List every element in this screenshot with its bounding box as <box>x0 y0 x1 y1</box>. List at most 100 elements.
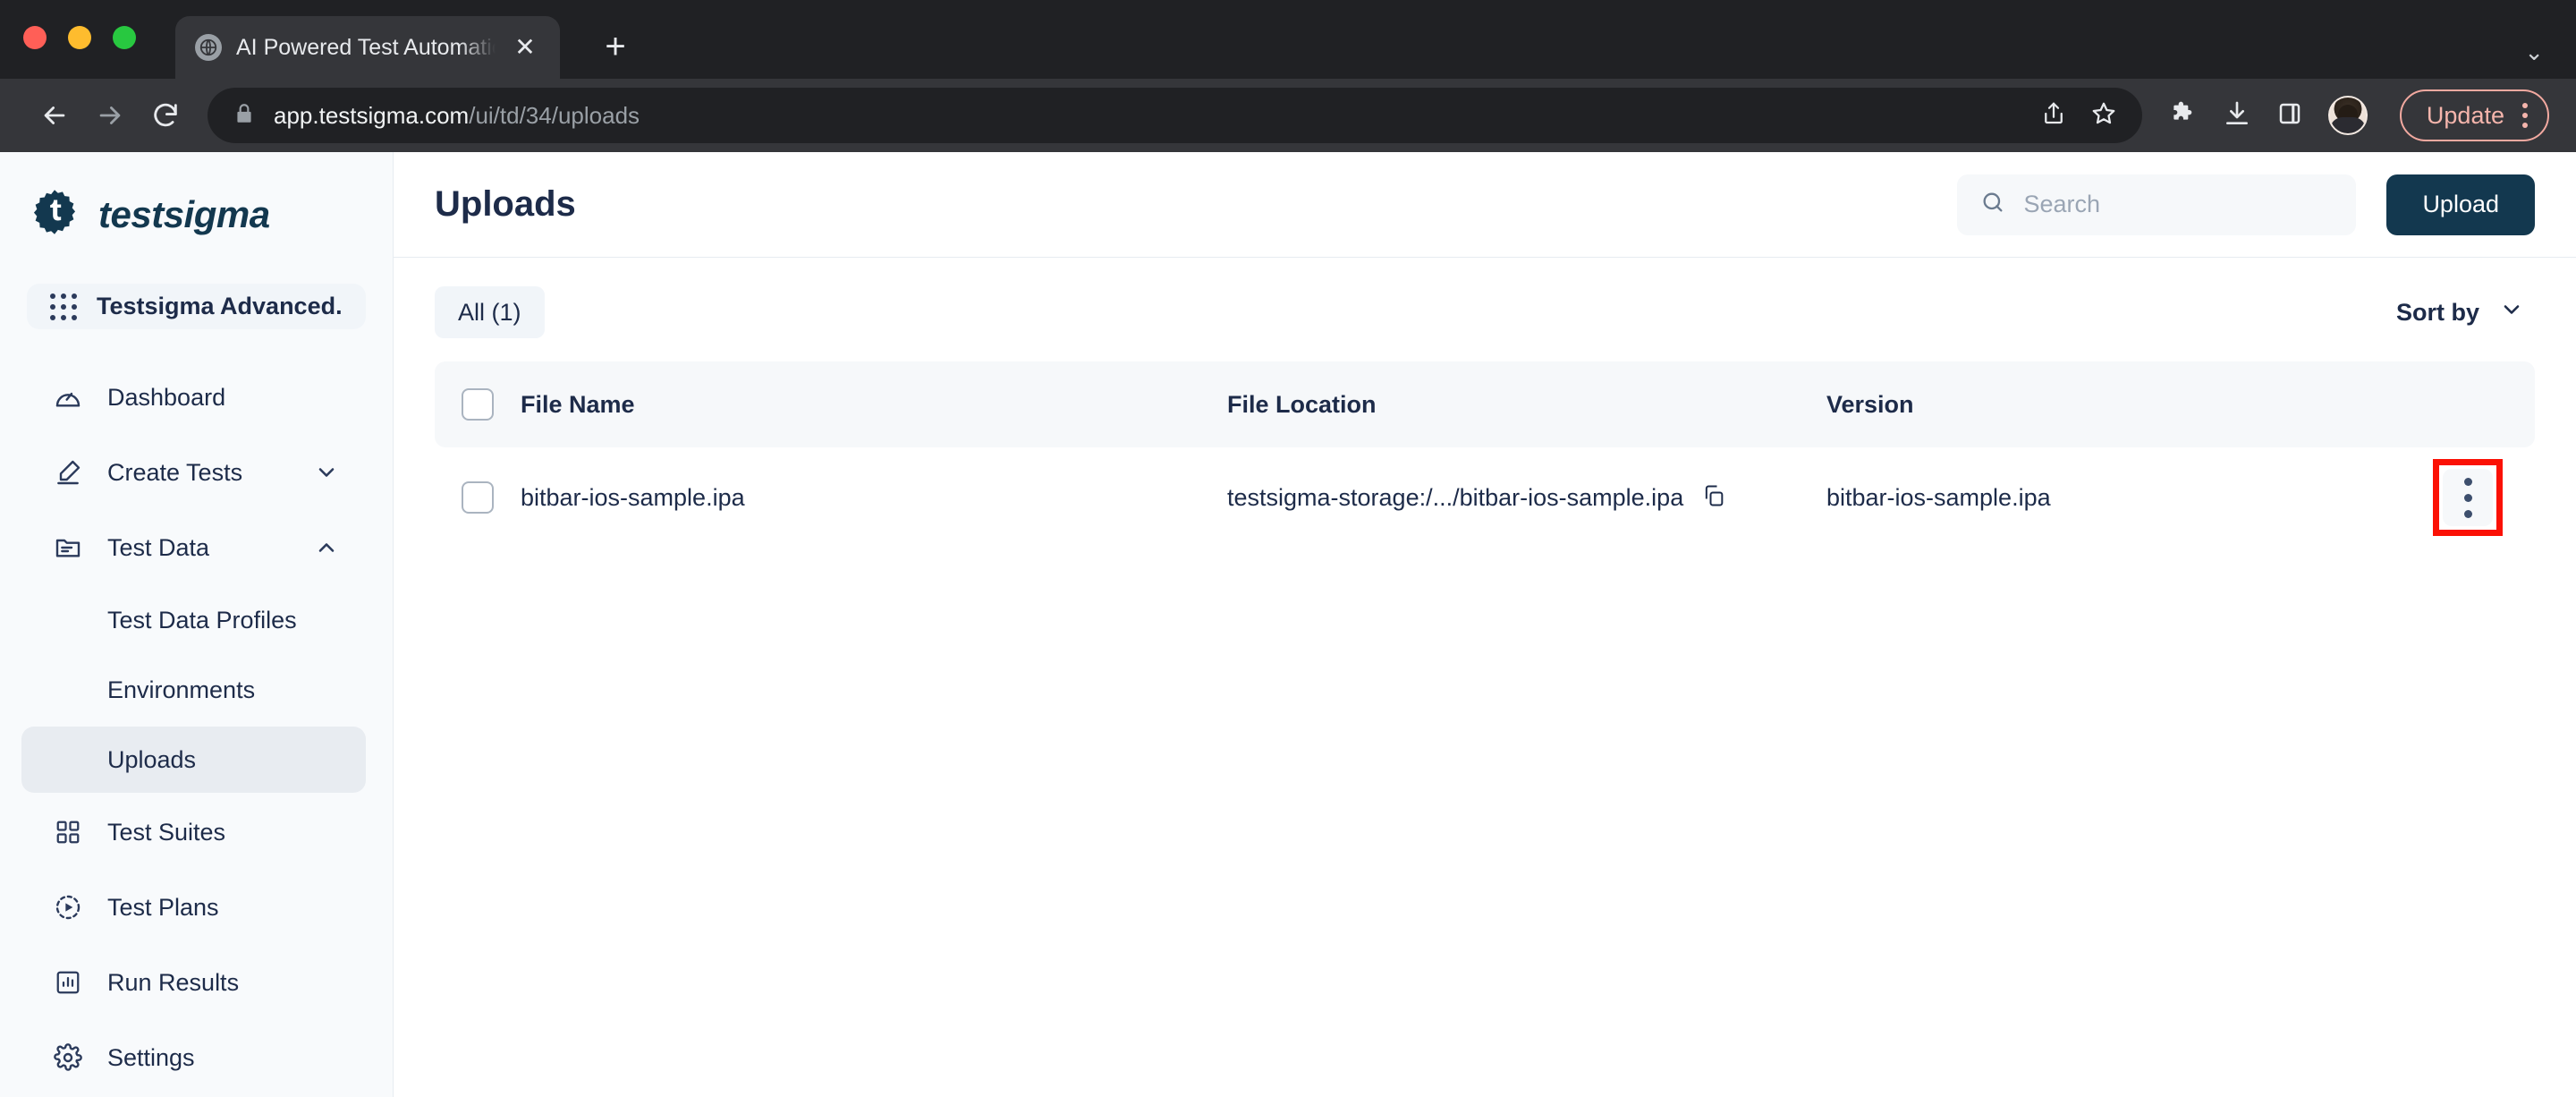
project-selector[interactable]: Testsigma Advanced... <box>27 284 366 329</box>
sidebar-subitem-label: Test Data Profiles <box>107 607 297 634</box>
address-bar-url: app.testsigma.com/ui/td/34/uploads <box>274 102 640 130</box>
avatar[interactable] <box>2328 96 2368 135</box>
sidebar-item-test-plans[interactable]: Test Plans <box>21 872 366 943</box>
minimize-window-button[interactable] <box>68 26 91 49</box>
side-panel-icon[interactable] <box>2276 100 2303 132</box>
sidebar-item-run-results[interactable]: Run Results <box>21 947 366 1018</box>
browser-tab[interactable]: AI Powered Test Automation Pla ✕ <box>175 16 560 79</box>
column-header-label: Version <box>1826 391 1914 419</box>
lock-icon <box>233 102 256 130</box>
toolbar-icons: Update <box>2160 89 2549 141</box>
speedometer-icon <box>52 383 84 412</box>
table-row[interactable]: bitbar-ios-sample.ipa testsigma-storage:… <box>435 447 2535 548</box>
table-header-row: File Name File Location Version <box>435 361 2535 447</box>
search-placeholder: Search <box>2023 191 2100 218</box>
sidebar-item-settings[interactable]: Settings <box>21 1022 366 1093</box>
chevron-down-icon <box>2499 297 2524 328</box>
column-header-label: File Name <box>521 391 635 419</box>
main-content: Uploads Search Upload All (1) Sort by <box>394 152 2576 1097</box>
sort-by-label: Sort by <box>2396 299 2479 327</box>
sidebar-item-environments[interactable]: Environments <box>21 657 366 723</box>
grid-squares-icon <box>52 819 84 846</box>
row-checkbox[interactable] <box>462 481 494 514</box>
file-name-text[interactable]: bitbar-ios-sample.ipa <box>521 484 745 512</box>
sidebar-subitem-label: Uploads <box>107 746 196 774</box>
select-all-checkbox-cell <box>435 388 521 421</box>
gear-icon <box>52 1043 84 1072</box>
column-header-file-name[interactable]: File Name <box>521 391 1227 419</box>
reload-icon[interactable] <box>138 88 193 143</box>
sort-by-dropdown[interactable]: Sort by <box>2396 297 2535 328</box>
cell-file-location: testsigma-storage:/.../bitbar-ios-sample… <box>1227 483 1826 513</box>
search-icon <box>1980 190 2005 219</box>
sidebar-item-test-suites[interactable]: Test Suites <box>21 796 366 868</box>
browser-window: AI Powered Test Automation Pla ✕ + ⌄ app… <box>0 0 2576 1097</box>
cell-row-actions <box>2401 469 2535 526</box>
folder-icon <box>52 533 84 562</box>
chevron-up-icon[interactable] <box>314 535 339 560</box>
page-title: Uploads <box>435 184 576 225</box>
row-actions-menu-button[interactable] <box>2443 469 2493 526</box>
maximize-window-button[interactable] <box>113 26 136 49</box>
url-domain: app.testsigma.com <box>274 102 469 129</box>
forward-arrow-icon[interactable] <box>82 88 138 143</box>
back-arrow-icon[interactable] <box>27 88 82 143</box>
app-logo-text: testsigma <box>98 193 270 236</box>
sidebar-item-label: Settings <box>107 1044 195 1072</box>
sidebar-item-create-tests[interactable]: Create Tests <box>21 437 366 508</box>
share-icon[interactable] <box>2040 100 2067 132</box>
address-bar[interactable]: app.testsigma.com/ui/td/34/uploads <box>208 88 2142 143</box>
chevron-down-icon[interactable] <box>314 460 339 485</box>
sidebar-item-uploads[interactable]: Uploads <box>21 727 366 793</box>
cell-file-name: bitbar-ios-sample.ipa <box>521 484 1227 512</box>
puzzle-icon[interactable] <box>2169 99 2198 132</box>
browser-toolbar: app.testsigma.com/ui/td/34/uploads <box>0 79 2576 152</box>
kebab-menu-icon[interactable] <box>2522 103 2528 128</box>
copy-icon[interactable] <box>1701 483 1726 513</box>
sidebar-item-test-data[interactable]: Test Data <box>21 512 366 583</box>
chevron-down-icon[interactable]: ⌄ <box>2524 38 2544 66</box>
new-tab-button[interactable]: + <box>596 29 635 64</box>
sidebar: testsigma Testsigma Advanced... Dashboar… <box>0 152 394 1097</box>
sidebar-item-label: Run Results <box>107 969 239 997</box>
pencil-icon <box>52 458 84 487</box>
select-all-checkbox[interactable] <box>462 388 494 421</box>
sidebar-item-dashboard[interactable]: Dashboard <box>21 361 366 433</box>
sidebar-item-label: Test Data <box>107 534 209 562</box>
bar-chart-icon <box>52 969 84 996</box>
close-window-button[interactable] <box>23 26 47 49</box>
sidebar-subitem-label: Environments <box>107 676 255 704</box>
sidebar-item-test-data-profiles[interactable]: Test Data Profiles <box>21 587 366 653</box>
filter-chip-all[interactable]: All (1) <box>435 286 545 338</box>
window-controls <box>23 0 136 79</box>
row-checkbox-cell <box>435 481 521 514</box>
upload-button[interactable]: Upload <box>2386 174 2535 235</box>
sidebar-item-label: Create Tests <box>107 459 242 487</box>
uploads-table: File Name File Location Version b <box>394 338 2576 548</box>
version-text: bitbar-ios-sample.ipa <box>1826 484 2051 512</box>
sidebar-item-label: Dashboard <box>107 384 225 412</box>
download-icon[interactable] <box>2223 99 2251 132</box>
browser-tabstrip: AI Powered Test Automation Pla ✕ + ⌄ <box>0 0 2576 79</box>
testsigma-gear-logo-icon <box>30 188 79 241</box>
list-toolbar: All (1) Sort by <box>394 258 2576 338</box>
sidebar-item-label: Test Plans <box>107 894 219 922</box>
update-button-label: Update <box>2427 102 2504 130</box>
app-body: testsigma Testsigma Advanced... Dashboar… <box>0 152 2576 1097</box>
search-input[interactable]: Search <box>1957 174 2356 235</box>
column-header-label: File Location <box>1227 391 1377 419</box>
globe-icon <box>195 34 222 61</box>
update-button[interactable]: Update <box>2400 89 2549 141</box>
close-icon[interactable]: ✕ <box>510 35 540 60</box>
file-location-text: testsigma-storage:/.../bitbar-ios-sample… <box>1227 484 1683 512</box>
column-header-version[interactable]: Version <box>1826 391 2401 419</box>
page-header: Uploads Search Upload <box>394 152 2576 258</box>
grid-icon <box>50 293 77 320</box>
url-path: /ui/td/34/uploads <box>469 102 640 129</box>
column-header-file-location[interactable]: File Location <box>1227 391 1826 419</box>
cell-version: bitbar-ios-sample.ipa <box>1826 484 2401 512</box>
star-icon[interactable] <box>2090 100 2117 132</box>
app-logo[interactable]: testsigma <box>0 175 393 257</box>
header-actions: Search Upload <box>1957 174 2535 235</box>
sidebar-nav: Dashboard Create Tests Test Data <box>0 361 393 1097</box>
